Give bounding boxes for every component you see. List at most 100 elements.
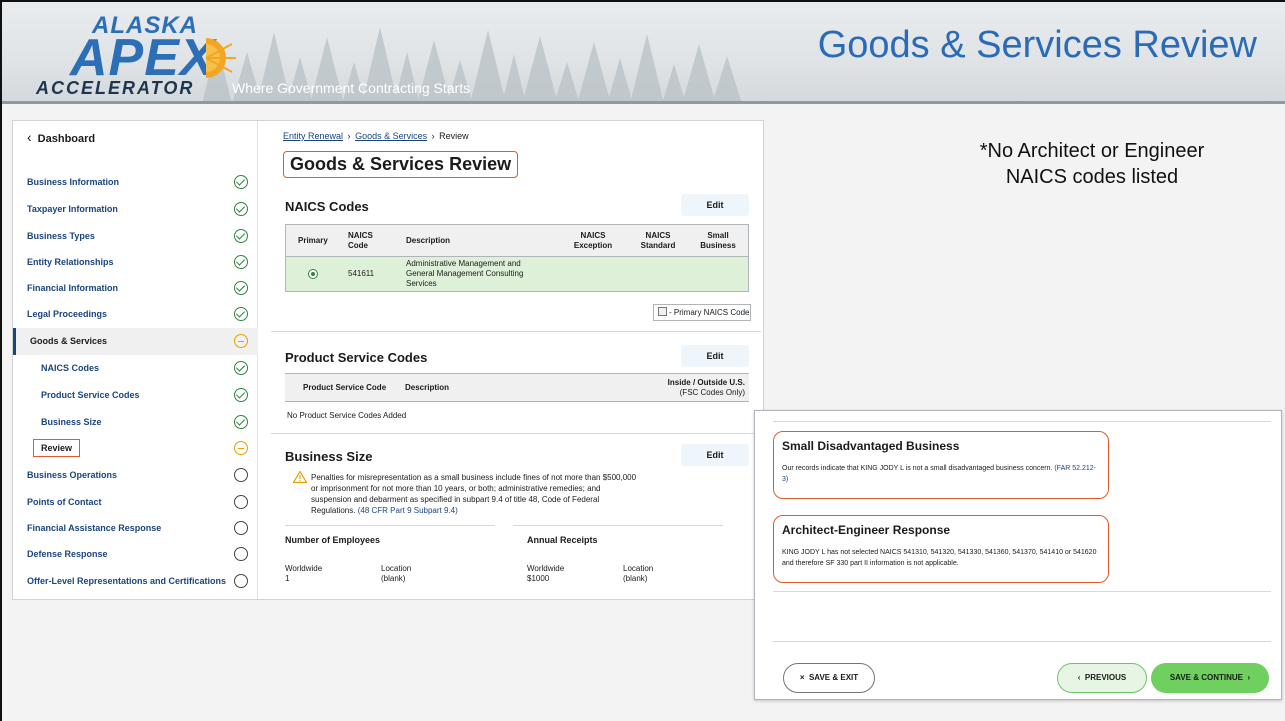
sidebar-item-defense-response[interactable]: Defense Response: [13, 541, 258, 568]
small-disadvantaged-business-box: Small Disadvantaged Business Our records…: [773, 431, 1109, 499]
ae-title: Architect-Engineer Response: [782, 523, 951, 537]
note-line-2: NAICS codes listed: [1005, 166, 1179, 188]
sidebar-item-business-operations[interactable]: Business Operations: [13, 462, 258, 489]
minus-circle-icon: [234, 334, 248, 348]
sidebar-item-label: Points of Contact: [27, 497, 102, 507]
receipts-worldwide-value: $1000: [527, 574, 550, 583]
receipts-title: Annual Receipts: [527, 535, 598, 545]
primary-radio-cell: [308, 257, 318, 291]
receipts-divider: [513, 525, 723, 526]
sidebar-item-naics-codes[interactable]: NAICS Codes: [13, 355, 258, 382]
description-cell: Administrative Management and General Ma…: [406, 259, 524, 288]
sidebar-item-legal-proceedings[interactable]: Legal Proceedings: [13, 301, 258, 328]
employees-divider: [285, 525, 495, 526]
empty-circle-icon: [234, 574, 248, 588]
col-naics-code: NAICS Code: [348, 230, 373, 250]
sidebar-item-financial-information[interactable]: Financial Information: [13, 275, 258, 302]
employees-worldwide-label: Worldwide: [285, 564, 323, 573]
psc-empty-message: No Product Service Codes Added: [287, 411, 407, 420]
inside-outside-label: Inside / Outside U.S.: [667, 377, 745, 387]
sidebar: ‹ Dashboard Business Information Taxpayer…: [13, 121, 258, 599]
sdb-title: Small Disadvantaged Business: [782, 439, 960, 453]
receipts-location-value: (blank): [623, 574, 648, 583]
naics-table: Primary NAICS Code Description NAICS Exc…: [285, 224, 749, 292]
slide-title: Goods & Services Review: [817, 24, 1257, 66]
main-content: Entity Renewal › Goods & Services › Revi…: [271, 121, 761, 599]
naics-edit-button[interactable]: Edit: [681, 194, 749, 216]
psc-edit-button[interactable]: Edit: [681, 345, 749, 367]
breadcrumb: Entity Renewal › Goods & Services › Revi…: [283, 131, 469, 141]
col-small-business: Small Business: [700, 230, 736, 250]
naics-code-cell: 541611: [348, 269, 375, 278]
overlay-divider: [773, 421, 1271, 422]
fsc-codes-only-label: (FSC Codes Only): [679, 387, 745, 397]
employees-title: Number of Employees: [285, 535, 381, 545]
sidebar-item-business-types[interactable]: Business Types: [13, 223, 258, 250]
check-circle-icon: [234, 388, 248, 402]
section-divider: [271, 331, 761, 332]
size-edit-button[interactable]: Edit: [681, 444, 749, 466]
psc-table-header: Product Service Code Description Inside …: [285, 374, 749, 402]
breadcrumb-entity-renewal[interactable]: Entity Renewal: [283, 131, 343, 141]
save-continue-button[interactable]: SAVE & CONTINUE ›: [1151, 663, 1269, 693]
sidebar-item-points-of-contact[interactable]: Points of Contact: [13, 489, 258, 516]
architect-engineer-box: Architect-Engineer Response KING JODY L …: [773, 515, 1109, 583]
dashboard-link[interactable]: ‹ Dashboard: [27, 129, 95, 145]
annotation-note: *No Architect or Engineer NAICS codes li…: [907, 138, 1277, 190]
psc-section-title: Product Service Codes: [285, 350, 428, 365]
legend-swatch: [658, 307, 667, 316]
sidebar-item-label: Business Size: [41, 417, 102, 427]
col-psc-description: Description: [405, 382, 450, 392]
breadcrumb-separator: ›: [347, 131, 351, 141]
previous-button[interactable]: ‹ PREVIOUS: [1057, 663, 1147, 693]
naics-table-header: Primary NAICS Code Description NAICS Exc…: [286, 225, 748, 257]
sidebar-item-offer-level-reps-certs[interactable]: Offer-Level Representations and Certific…: [13, 568, 258, 595]
sidebar-item-taxpayer-information[interactable]: Taxpayer Information: [13, 196, 258, 223]
sidebar-item-business-size[interactable]: Business Size: [13, 409, 258, 436]
employees-worldwide-value: 1: [285, 574, 290, 583]
col-naics-standard: NAICS Standard: [640, 230, 676, 250]
check-circle-icon: [234, 255, 248, 269]
breadcrumb-separator: ›: [431, 131, 435, 141]
check-circle-icon: [234, 415, 248, 429]
sidebar-item-label: Business Operations: [27, 470, 118, 480]
sidebar-item-business-information[interactable]: Business Information: [13, 169, 258, 196]
sidebar-item-review[interactable]: Review: [13, 435, 258, 462]
sdb-body: Our records indicate that KING JODY L is…: [782, 465, 1053, 472]
banner-rule: [2, 101, 1285, 104]
check-circle-icon: [234, 361, 248, 375]
slide: ALASKA APEX ACCELERATOR Where Government…: [0, 0, 1285, 721]
naics-section-title: NAICS Codes: [285, 199, 369, 214]
check-circle-icon: [234, 202, 248, 216]
empty-circle-icon: [234, 468, 248, 482]
save-exit-button[interactable]: × SAVE & EXIT: [783, 663, 875, 693]
check-circle-icon: [234, 175, 248, 189]
sidebar-item-label: Product Service Codes: [41, 390, 140, 400]
sidebar-item-label: Business Information: [27, 177, 120, 187]
size-warning-text: Penalties for misrepresentation as a sma…: [311, 472, 641, 516]
primary-naics-legend: - Primary NAICS Code: [653, 304, 751, 321]
sidebar-item-product-service-codes[interactable]: Product Service Codes: [13, 382, 258, 409]
breadcrumb-goods-services[interactable]: Goods & Services: [355, 131, 427, 141]
col-naics-exception: NAICS Exception: [573, 230, 613, 250]
sidebar-item-label: Financial Assistance Response: [27, 523, 162, 533]
primary-radio[interactable]: [308, 269, 318, 279]
page-title: Goods & Services Review: [283, 151, 519, 178]
empty-circle-icon: [234, 547, 248, 561]
cfr-link[interactable]: (48 CFR Part 9 Subpart 9.4): [358, 506, 458, 515]
previous-label: PREVIOUS: [1084, 673, 1127, 682]
response-overlay-card: Small Disadvantaged Business Our records…: [754, 410, 1282, 700]
sidebar-item-goods-services[interactable]: Goods & Services: [13, 328, 258, 355]
sidebar-item-entity-relationships[interactable]: Entity Relationships: [13, 249, 258, 276]
check-circle-icon: [234, 307, 248, 321]
save-continue-label: SAVE & CONTINUE: [1169, 673, 1244, 682]
empty-circle-icon: [234, 495, 248, 509]
chevron-right-icon: ›: [1247, 673, 1251, 682]
sidebar-item-label: Taxpayer Information: [27, 204, 118, 214]
sidebar-item-label: Goods & Services: [30, 336, 108, 346]
col-description: Description: [406, 235, 451, 245]
sidebar-item-financial-assistance-response[interactable]: Financial Assistance Response: [13, 515, 258, 542]
sidebar-item-label: Offer-Level Representations and Certific…: [27, 576, 227, 586]
col-inside-outside: Inside / Outside U.S. (FSC Codes Only): [645, 374, 745, 401]
empty-circle-icon: [234, 521, 248, 535]
